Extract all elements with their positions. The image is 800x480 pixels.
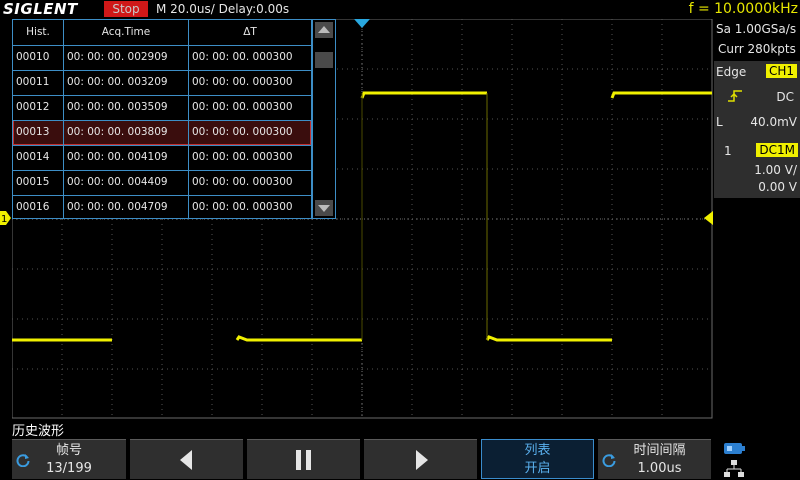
trigger-coupling: DC bbox=[776, 90, 794, 104]
interval-label: 时间间隔 bbox=[633, 443, 686, 458]
top-status-bar: SIGLENT Stop M 20.0us/ Delay:0.00s f = 1… bbox=[0, 0, 800, 19]
frame-number: 00013 bbox=[16, 126, 50, 138]
acq-time: 00: 00: 00. 004709 bbox=[67, 201, 168, 213]
usb-icon bbox=[724, 443, 745, 454]
list-label: 列表 bbox=[524, 443, 551, 458]
interval-softkey[interactable]: 时间间隔 1.00us bbox=[598, 439, 711, 479]
delta-t: 00: 00: 00. 000300 bbox=[192, 201, 293, 213]
acq-time: 00: 00: 00. 003809 bbox=[67, 126, 168, 138]
row-divider bbox=[13, 45, 311, 46]
ch1-ground-marker[interactable]: 1 bbox=[0, 211, 11, 225]
frame-number: 00015 bbox=[16, 176, 50, 188]
previous-frame-button[interactable] bbox=[130, 439, 243, 479]
table-row[interactable]: 00011 00: 00: 00. 003209 00: 00: 00. 000… bbox=[13, 70, 311, 95]
run-stop-status[interactable]: Stop bbox=[104, 1, 148, 17]
list-value: 开启 bbox=[524, 461, 551, 476]
scroll-down-button[interactable] bbox=[315, 200, 333, 216]
delta-t: 00: 00: 00. 000300 bbox=[192, 126, 293, 138]
pause-icon bbox=[296, 450, 311, 470]
table-row-selected[interactable]: 00013 00: 00: 00. 003809 00: 00: 00. 000… bbox=[13, 120, 311, 145]
frame-value: 13/199 bbox=[46, 461, 92, 476]
svg-text:1: 1 bbox=[1, 214, 7, 225]
row-divider bbox=[13, 170, 311, 171]
delta-t: 00: 00: 00. 000300 bbox=[192, 151, 293, 163]
timebase-readout[interactable]: M 20.0us/ Delay:0.00s bbox=[156, 1, 289, 17]
channel-coupling: DC1M bbox=[756, 143, 798, 157]
list-toggle-softkey[interactable]: 列表 开启 bbox=[481, 439, 594, 479]
header-acq-time: Acq.Time bbox=[101, 26, 151, 38]
row-divider bbox=[13, 70, 311, 71]
delta-t: 00: 00: 00. 000300 bbox=[192, 51, 293, 63]
status-icons bbox=[713, 439, 800, 480]
trigger-level: 40.0mV bbox=[750, 115, 797, 129]
acq-time: 00: 00: 00. 003509 bbox=[67, 101, 168, 113]
channel-number: 1 bbox=[724, 144, 732, 158]
frame-number-softkey[interactable]: 帧号 13/199 bbox=[12, 439, 126, 479]
scroll-up-button[interactable] bbox=[315, 22, 333, 38]
table-row[interactable]: 00010 00: 00: 00. 002909 00: 00: 00. 000… bbox=[13, 45, 311, 70]
memory-depth: Curr 280kpts bbox=[718, 42, 796, 56]
pause-button[interactable] bbox=[247, 439, 360, 479]
table-row[interactable]: 00012 00: 00: 00. 003509 00: 00: 00. 000… bbox=[13, 95, 311, 120]
column-divider bbox=[63, 20, 64, 218]
right-info-panel: Sa 1.00GSa/s Curr 280kpts Edge CH1 DC L … bbox=[713, 19, 800, 419]
channel-scale: 1.00 V/ bbox=[754, 163, 797, 177]
trigger-position-marker[interactable] bbox=[354, 19, 370, 29]
frame-label: 帧号 bbox=[55, 443, 82, 458]
column-divider bbox=[188, 20, 189, 218]
table-row[interactable]: 00014 00: 00: 00. 004109 00: 00: 00. 000… bbox=[13, 145, 311, 170]
acq-time: 00: 00: 00. 004409 bbox=[67, 176, 168, 188]
row-divider bbox=[13, 120, 311, 121]
history-list-table[interactable]: Hist. Acq.Time ΔT 00010 00: 00: 00. 0029… bbox=[12, 19, 312, 219]
frequency-counter: f = 10.0000kHz bbox=[688, 1, 798, 17]
acq-time: 00: 00: 00. 004109 bbox=[67, 151, 168, 163]
brand-logo: SIGLENT bbox=[3, 0, 78, 18]
sample-rate: Sa 1.00GSa/s bbox=[716, 22, 797, 36]
frame-number: 00011 bbox=[16, 76, 50, 88]
frame-number: 00012 bbox=[16, 101, 50, 113]
frame-number: 00016 bbox=[16, 201, 50, 213]
row-divider bbox=[13, 195, 311, 196]
header-delta-t: ΔT bbox=[243, 26, 257, 38]
trigger-source: CH1 bbox=[765, 64, 797, 78]
chevron-down-icon bbox=[318, 205, 330, 212]
next-frame-button[interactable] bbox=[364, 439, 477, 479]
scroll-thumb[interactable] bbox=[315, 52, 333, 68]
delta-t: 00: 00: 00. 000300 bbox=[192, 101, 293, 113]
acq-time: 00: 00: 00. 002909 bbox=[67, 51, 168, 63]
trigger-level-marker[interactable] bbox=[704, 211, 713, 225]
interval-value: 1.00us bbox=[637, 461, 682, 476]
prev-icon bbox=[180, 450, 192, 470]
table-header-row: Hist. Acq.Time ΔT bbox=[13, 20, 311, 45]
delta-t: 00: 00: 00. 000300 bbox=[192, 176, 293, 188]
row-divider bbox=[13, 145, 311, 146]
frame-number: 00014 bbox=[16, 151, 50, 163]
rising-edge-icon bbox=[728, 90, 742, 102]
row-divider bbox=[13, 95, 311, 96]
table-row[interactable]: 00015 00: 00: 00. 004409 00: 00: 00. 000… bbox=[13, 170, 311, 195]
trigger-type: Edge bbox=[716, 65, 747, 79]
menu-title: 历史波形 bbox=[12, 424, 65, 439]
header-hist: Hist. bbox=[26, 26, 50, 38]
network-icon bbox=[724, 460, 744, 477]
trigger-panel[interactable]: Edge CH1 DC L 40.0mV bbox=[714, 61, 800, 152]
frame-number: 00010 bbox=[16, 51, 50, 63]
delta-t: 00: 00: 00. 000300 bbox=[192, 76, 293, 88]
channel-panel[interactable]: 1 DC1M 1.00 V/ 0.00 V bbox=[714, 140, 800, 198]
channel-offset: 0.00 V bbox=[758, 180, 797, 194]
table-scrollbar[interactable] bbox=[312, 19, 336, 219]
next-icon bbox=[416, 450, 428, 470]
table-row[interactable]: 00016 00: 00: 00. 004709 00: 00: 00. 000… bbox=[13, 195, 311, 220]
acq-time: 00: 00: 00. 003209 bbox=[67, 76, 168, 88]
chevron-up-icon bbox=[318, 26, 330, 33]
trigger-level-prefix: L bbox=[716, 115, 723, 129]
